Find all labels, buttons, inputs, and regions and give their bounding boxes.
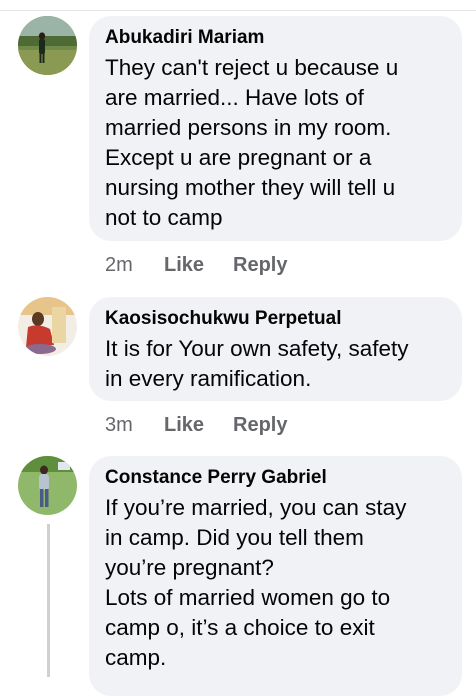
comment-actions: 2m Like Reply (105, 254, 287, 277)
profile-photo-icon (18, 16, 77, 75)
comment-author[interactable]: Constance Perry Gabriel (105, 467, 448, 489)
reply-button[interactable]: Reply (233, 254, 287, 277)
comment-text: If you’re married, you can stay in camp.… (105, 495, 407, 670)
reply-button[interactable]: Reply (233, 414, 287, 437)
comment-bubble: Kaosisochukwu Perpetual It is for Your o… (89, 297, 462, 401)
comment-bubble: Constance Perry Gabriel If you’re marrie… (89, 456, 462, 696)
comment-timestamp[interactable]: 2m (105, 254, 164, 277)
like-button[interactable]: Like (164, 254, 233, 277)
thread-line (47, 524, 50, 677)
top-divider (0, 10, 476, 11)
comment-bubble: Abukadiri Mariam They can't reject u bec… (89, 16, 462, 241)
profile-photo-icon (18, 297, 77, 356)
profile-photo-icon (18, 456, 77, 515)
comment-text: It is for Your own safety, safety in eve… (105, 336, 409, 391)
comment-author[interactable]: Abukadiri Mariam (105, 27, 448, 49)
avatar[interactable] (18, 456, 77, 515)
avatar[interactable] (18, 297, 77, 356)
comment-author[interactable]: Kaosisochukwu Perpetual (105, 308, 448, 330)
like-button[interactable]: Like (164, 414, 233, 437)
comment-timestamp[interactable]: 3m (105, 414, 164, 437)
avatar[interactable] (18, 16, 77, 75)
comment-actions: 3m Like Reply (105, 414, 287, 437)
comment-text: They can't reject u because u are marrie… (105, 55, 399, 230)
